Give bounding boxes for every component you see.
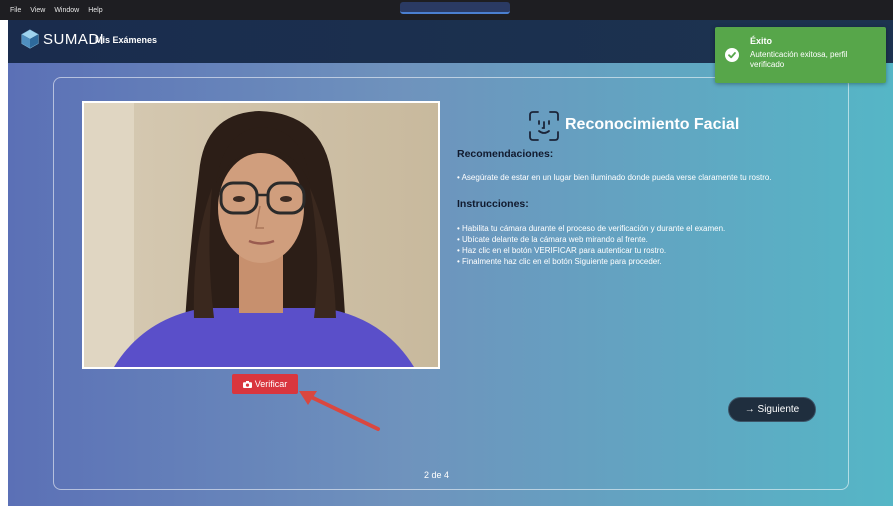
verify-button[interactable]: Verificar (232, 374, 298, 394)
page-title: Reconocimiento Facial (565, 116, 740, 133)
verify-button-label: Verificar (254, 379, 288, 389)
list-item: • Haz clic en el botón VERIFICAR para au… (457, 246, 667, 255)
list-item: • Finalmente haz clic en el botón Siguie… (457, 257, 662, 266)
sumadi-logo-icon (21, 29, 39, 49)
annotation-arrow (299, 391, 380, 431)
step-indicator: 2 de 4 (424, 470, 450, 480)
face-scan-icon (529, 111, 559, 141)
app-window: File View Window Help SUMADI Mis Exámene… (0, 0, 893, 507)
menu-help[interactable]: Help (88, 7, 102, 14)
camera-preview (82, 101, 440, 369)
list-item: • Ubícate delante de la cámara web miran… (457, 235, 648, 244)
recommendations-heading: Recomendaciones: (457, 148, 554, 160)
success-toast[interactable]: Éxito Autenticación exitosa, perfil veri… (715, 27, 886, 83)
instructions-heading: Instrucciones: (457, 198, 529, 210)
instructions-list: • Habilita tu cámara durante el proceso … (457, 223, 829, 267)
menu-bar: File View Window Help (0, 0, 893, 20)
brand[interactable]: SUMADI (20, 29, 104, 49)
check-circle-icon (725, 48, 739, 62)
camera-icon (242, 380, 252, 388)
webcam-feed-image (84, 103, 438, 367)
list-item: • Habilita tu cámara durante el proceso … (457, 224, 726, 233)
menu-window[interactable]: Window (54, 7, 79, 14)
menu-file[interactable]: File (10, 7, 21, 14)
toast-message: Autenticación exitosa, perfil verificado (750, 50, 848, 69)
recommendation-text: • Asegúrate de estar en un lugar bien il… (457, 173, 772, 182)
menu-view[interactable]: View (30, 7, 45, 14)
window-title-tab (400, 2, 510, 14)
toast-title: Éxito (750, 36, 773, 46)
next-button-label: → Siguiente (744, 404, 800, 415)
nav-mis-examenes[interactable]: Mis Exámenes (95, 35, 157, 45)
next-button[interactable]: → Siguiente (728, 397, 816, 422)
